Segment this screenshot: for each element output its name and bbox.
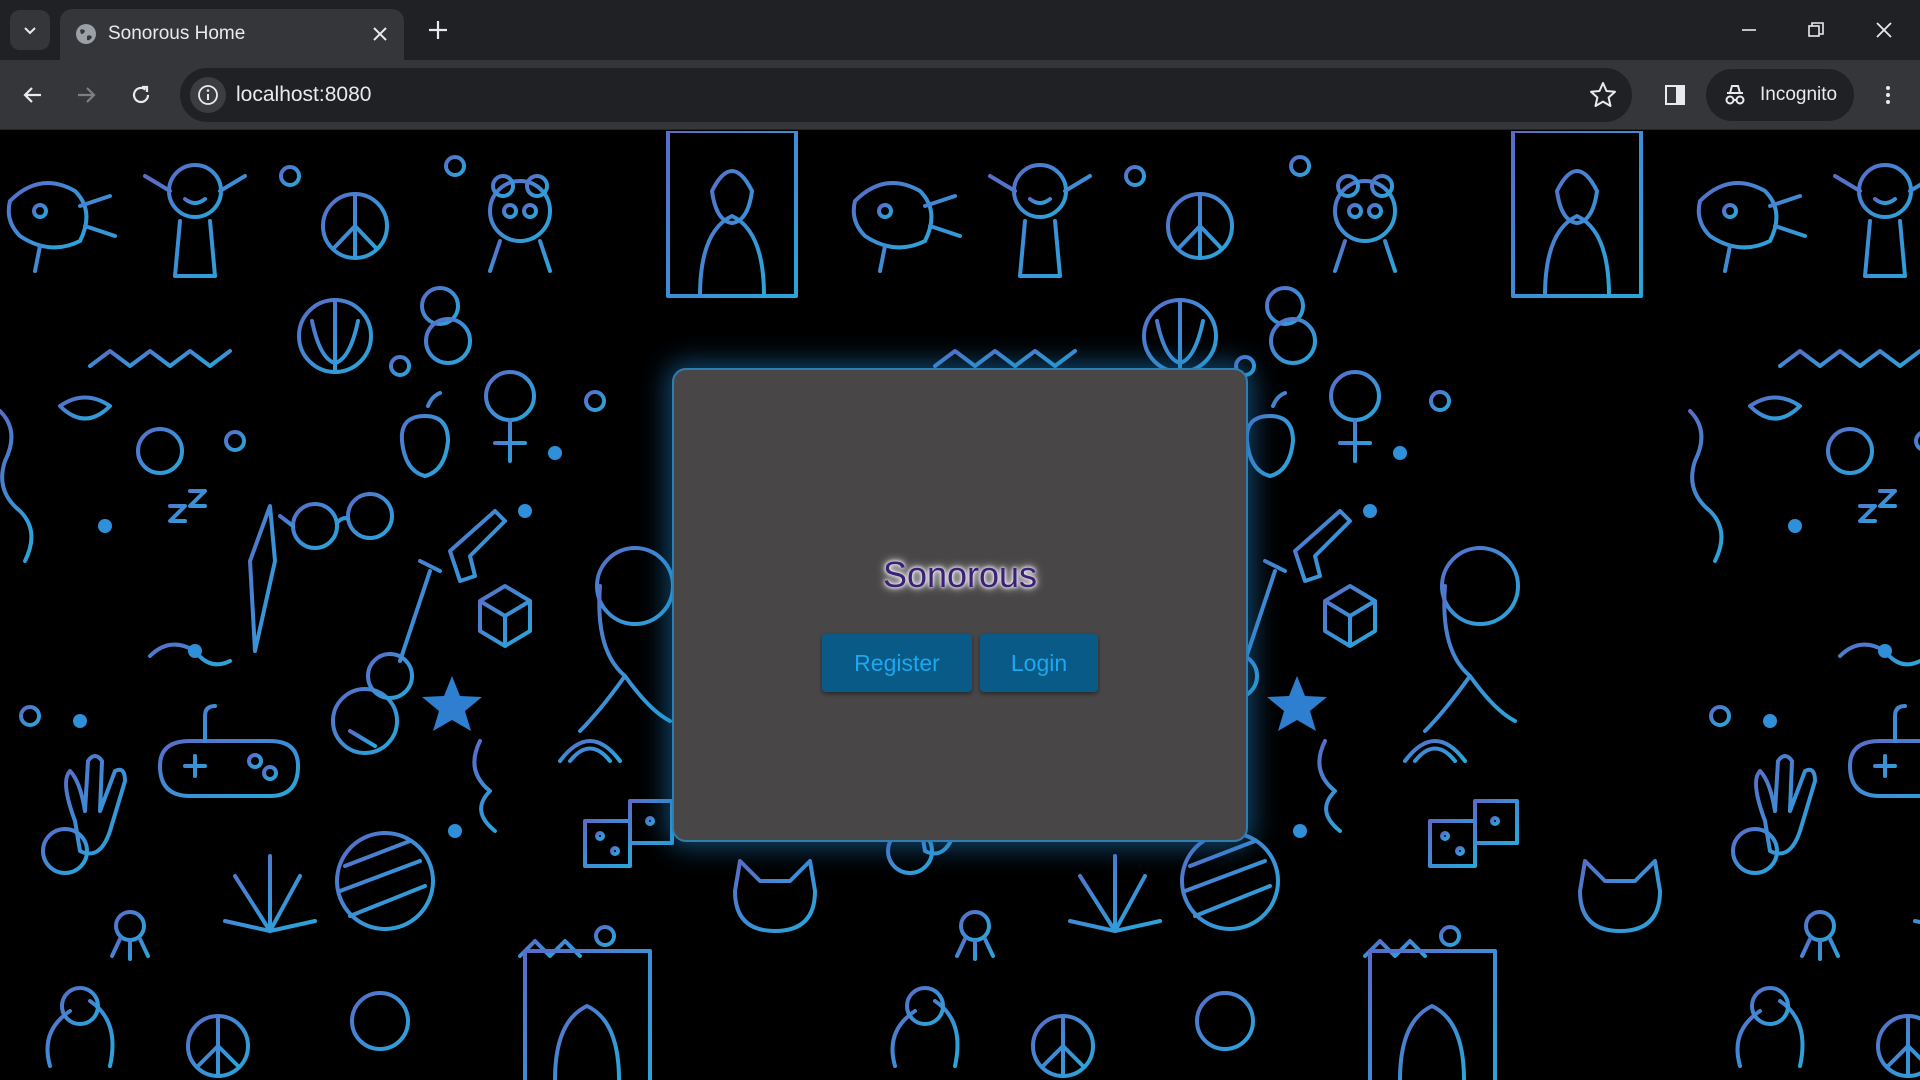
register-button[interactable]: Register (822, 634, 972, 692)
auth-button-row: Register Login (674, 634, 1246, 692)
forward-button[interactable] (68, 77, 104, 113)
close-icon[interactable] (370, 24, 390, 44)
active-tab[interactable]: Sonorous Home (60, 9, 404, 60)
incognito-badge[interactable]: Incognito (1706, 69, 1854, 121)
restore-button[interactable] (1798, 12, 1834, 48)
page-viewport: Sonorous Register Login (0, 131, 1920, 1080)
globe-icon (76, 24, 96, 44)
back-arrow-icon (23, 87, 41, 103)
site-info-button[interactable] (190, 77, 226, 113)
login-button[interactable]: Login (980, 634, 1098, 692)
incognito-icon (1725, 85, 1745, 105)
tab-search-button[interactable] (10, 10, 50, 50)
close-window-icon (1876, 22, 1892, 38)
reload-icon (132, 85, 150, 104)
incognito-label: Incognito (1760, 84, 1838, 105)
side-panel-button[interactable] (1657, 77, 1693, 113)
back-button[interactable] (15, 77, 51, 113)
tab-strip: Sonorous Home (0, 0, 1920, 60)
url-text[interactable]: localhost:8080 (236, 83, 371, 107)
plus-icon[interactable] (424, 16, 452, 44)
forward-arrow-icon (78, 87, 96, 103)
kebab-menu-icon (1886, 86, 1890, 104)
star-icon[interactable] (1588, 80, 1618, 110)
close-window-button[interactable] (1866, 12, 1902, 48)
reload-button[interactable] (123, 77, 159, 113)
restore-icon (1808, 22, 1824, 37)
address-bar[interactable]: localhost:8080 (180, 68, 1632, 122)
page-title: Sonorous (882, 554, 1038, 595)
chevron-down-icon (24, 27, 36, 35)
welcome-card: Sonorous Register Login (672, 368, 1248, 842)
minimize-button[interactable] (1731, 12, 1767, 48)
minimize-icon (1742, 29, 1756, 31)
browser-menu-button[interactable] (1870, 77, 1906, 113)
tab-title: Sonorous Home (108, 23, 246, 44)
site-info-icon (198, 85, 218, 105)
side-panel-icon (1665, 85, 1685, 105)
browser-toolbar: localhost:8080 Incognito (0, 60, 1920, 130)
